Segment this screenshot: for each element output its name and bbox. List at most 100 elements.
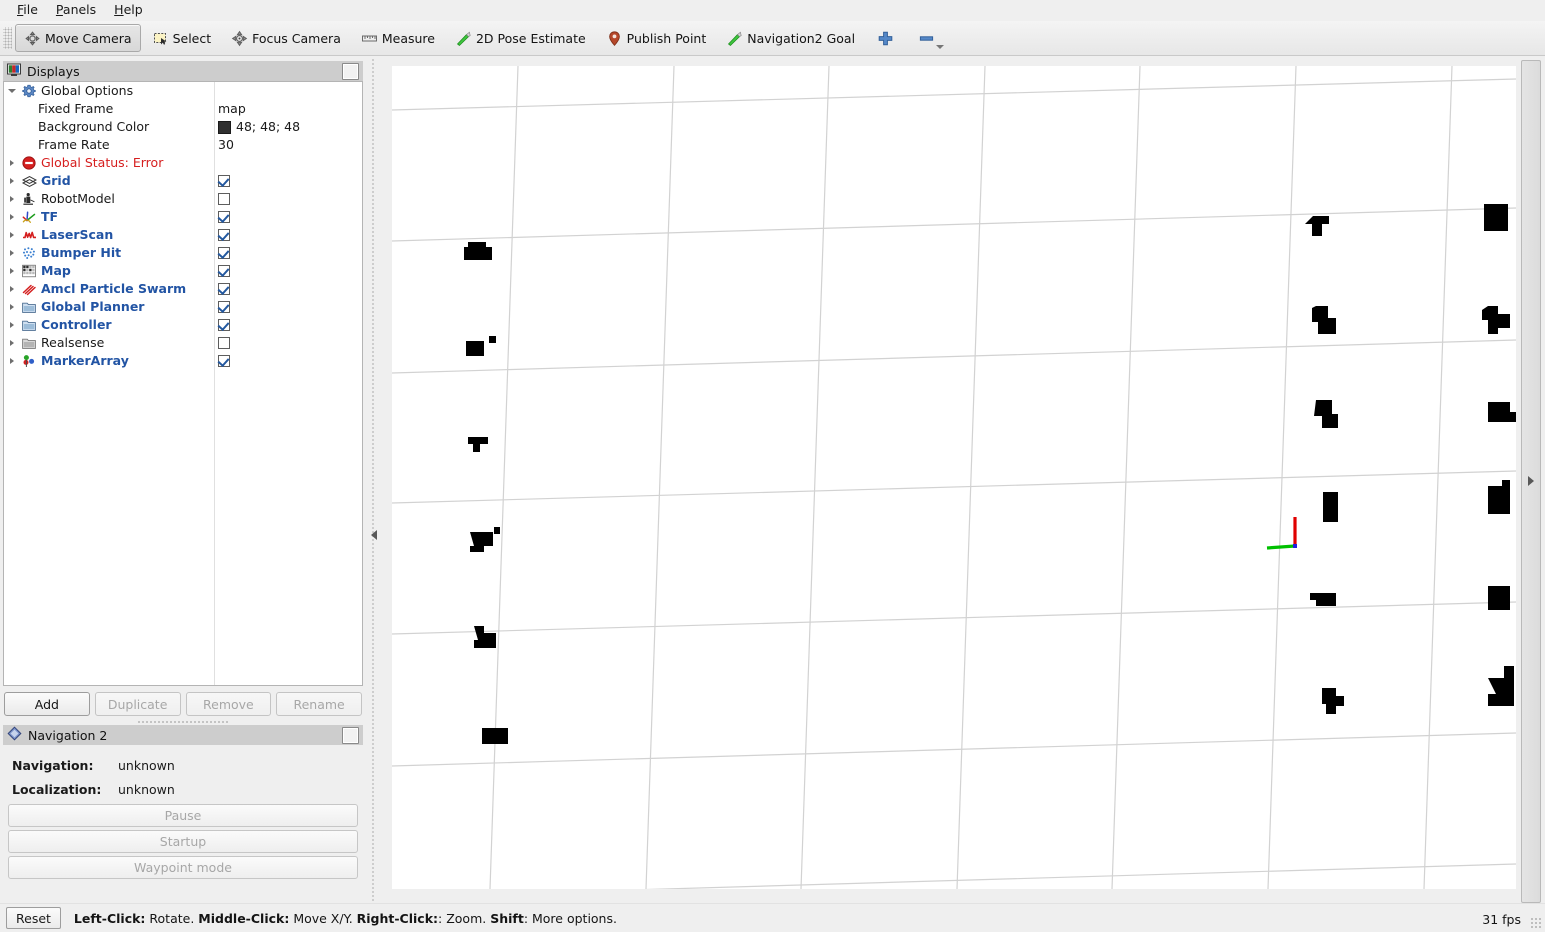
expand-arrow-icon[interactable] — [4, 286, 20, 292]
add-tool-button[interactable] — [866, 24, 905, 52]
tree-item-fixed-frame[interactable]: Fixed Frame map — [4, 100, 362, 118]
tree-item-global-status[interactable]: Global Status: Error — [4, 154, 362, 172]
panel-splitter-handle[interactable] — [138, 718, 228, 725]
posearray-icon — [20, 282, 38, 296]
tree-item-label: LaserScan — [38, 226, 113, 244]
tree-item-robotmodel[interactable]: RobotModel — [4, 190, 362, 208]
tree-item-realsense[interactable]: Realsense — [4, 334, 362, 352]
grid-line-horizontal — [392, 864, 1516, 889]
tool-navigation2-goal[interactable]: Navigation2 Goal — [717, 24, 864, 52]
map-obstacle — [468, 437, 488, 452]
menu-item-file[interactable]: File — [8, 1, 47, 20]
tree-item-grid[interactable]: Grid — [4, 172, 362, 190]
background-color-value[interactable]: 48; 48; 48 — [218, 118, 300, 136]
expand-arrow-icon[interactable] — [4, 178, 20, 184]
tf-axis-z — [1293, 544, 1297, 548]
scene-svg — [392, 66, 1516, 889]
tool-label: 2D Pose Estimate — [476, 31, 586, 46]
navigation-status-label: Navigation: — [4, 758, 94, 773]
tree-item-tf[interactable]: TF — [4, 208, 362, 226]
duplicate-button[interactable]: Duplicate — [95, 692, 181, 716]
expand-arrow-icon[interactable] — [4, 232, 20, 238]
chevron-down-icon[interactable] — [936, 45, 944, 49]
map-visibility-checkbox[interactable] — [218, 265, 230, 277]
global-planner-visibility-checkbox[interactable] — [218, 301, 230, 313]
pause-button[interactable]: Pause — [8, 804, 358, 827]
map-icon — [20, 264, 38, 278]
tree-item-bumper-hit[interactable]: Bumper Hit — [4, 244, 362, 262]
select-icon — [152, 30, 169, 47]
displays-panel-close-button[interactable] — [342, 63, 359, 80]
right-dock-collapsed[interactable] — [1521, 60, 1541, 903]
measure-icon — [361, 30, 378, 47]
navigation2-panel-close-button[interactable] — [342, 727, 359, 744]
expand-arrow-icon[interactable] — [4, 340, 20, 346]
expand-arrow-icon[interactable] — [4, 214, 20, 220]
expand-arrow-icon[interactable] — [4, 304, 20, 310]
remove-tool-button[interactable] — [907, 24, 946, 52]
map-obstacle — [474, 626, 496, 648]
tool-publish-point[interactable]: Publish Point — [597, 24, 716, 52]
reset-button[interactable]: Reset — [6, 907, 61, 929]
expand-arrow-icon[interactable] — [4, 196, 20, 202]
fixed-frame-value[interactable]: map — [218, 100, 246, 118]
navigation2-icon — [7, 726, 22, 744]
tool-select[interactable]: Select — [143, 24, 221, 52]
tree-item-map[interactable]: Map — [4, 262, 362, 280]
robotmodel-icon — [20, 192, 38, 206]
tool-label: Publish Point — [627, 31, 707, 46]
render-viewport[interactable] — [392, 66, 1516, 889]
tree-item-global-options[interactable]: Global Options — [4, 82, 362, 100]
rename-button[interactable]: Rename — [276, 692, 362, 716]
expand-arrow-icon[interactable] — [4, 250, 20, 256]
realsense-visibility-checkbox[interactable] — [218, 337, 230, 349]
waypoint-mode-button[interactable]: Waypoint mode — [8, 856, 358, 879]
markerarray-visibility-checkbox[interactable] — [218, 355, 230, 367]
tree-item-amcl-particle-swarm[interactable]: Amcl Particle Swarm — [4, 280, 362, 298]
laserscan-visibility-checkbox[interactable] — [218, 229, 230, 241]
tool-focus-camera[interactable]: Focus Camera — [222, 24, 350, 52]
expand-arrow-icon[interactable] — [4, 268, 20, 274]
folder-icon — [20, 337, 38, 350]
expand-right-dock-icon[interactable] — [1528, 476, 1534, 486]
grid-lines — [392, 66, 1516, 889]
expand-arrow-icon[interactable] — [4, 160, 20, 166]
grid-visibility-checkbox[interactable] — [218, 175, 230, 187]
tree-item-controller[interactable]: Controller — [4, 316, 362, 334]
expand-arrow-icon[interactable] — [4, 322, 20, 328]
grid-line-horizontal — [392, 602, 1516, 634]
window-size-grip[interactable] — [1530, 917, 1543, 930]
tf-visibility-checkbox[interactable] — [218, 211, 230, 223]
tool-move-camera[interactable]: Move Camera — [15, 24, 141, 52]
mouse-hint-text: Left-Click: Rotate. Middle-Click: Move X… — [74, 911, 617, 926]
navigation2-panel-body: Navigation: unknown Localization: unknow… — [4, 745, 362, 879]
startup-button[interactable]: Startup — [8, 830, 358, 853]
menu-item-panels[interactable]: Panels — [47, 1, 105, 20]
tool-measure[interactable]: Measure — [352, 24, 444, 52]
hint-segment: Shift — [490, 911, 524, 926]
amcl-particle-swarm-visibility-checkbox[interactable] — [218, 283, 230, 295]
bumper-hit-visibility-checkbox[interactable] — [218, 247, 230, 259]
tree-item-label: Frame Rate — [4, 136, 110, 154]
toolbar-drag-handle[interactable] — [3, 27, 12, 49]
frame-rate-value[interactable]: 30 — [218, 136, 234, 154]
displays-tree[interactable]: Global Options Fixed Frame map Backgroun… — [3, 81, 363, 686]
tree-item-global-planner[interactable]: Global Planner — [4, 298, 362, 316]
robotmodel-visibility-checkbox[interactable] — [218, 193, 230, 205]
tree-item-frame-rate[interactable]: Frame Rate 30 — [4, 136, 362, 154]
remove-button[interactable]: Remove — [186, 692, 272, 716]
left-dock-splitter[interactable] — [368, 58, 382, 903]
expand-arrow-icon[interactable] — [4, 358, 20, 364]
expand-arrow-icon[interactable] — [4, 89, 20, 93]
splitter-grip[interactable] — [371, 58, 375, 903]
add-button[interactable]: Add — [4, 692, 90, 716]
tree-item-markerarray[interactable]: MarkerArray — [4, 352, 362, 370]
collapse-left-dock-icon[interactable] — [371, 530, 377, 540]
tree-item-laserscan[interactable]: LaserScan — [4, 226, 362, 244]
tool-2d-pose-estimate[interactable]: 2D Pose Estimate — [446, 24, 595, 52]
controller-visibility-checkbox[interactable] — [218, 319, 230, 331]
tree-item-background-color[interactable]: Background Color 48; 48; 48 — [4, 118, 362, 136]
tree-item-label: Global Planner — [38, 298, 144, 316]
pointcloud-icon — [20, 246, 38, 260]
menu-item-help[interactable]: Help — [105, 1, 152, 20]
